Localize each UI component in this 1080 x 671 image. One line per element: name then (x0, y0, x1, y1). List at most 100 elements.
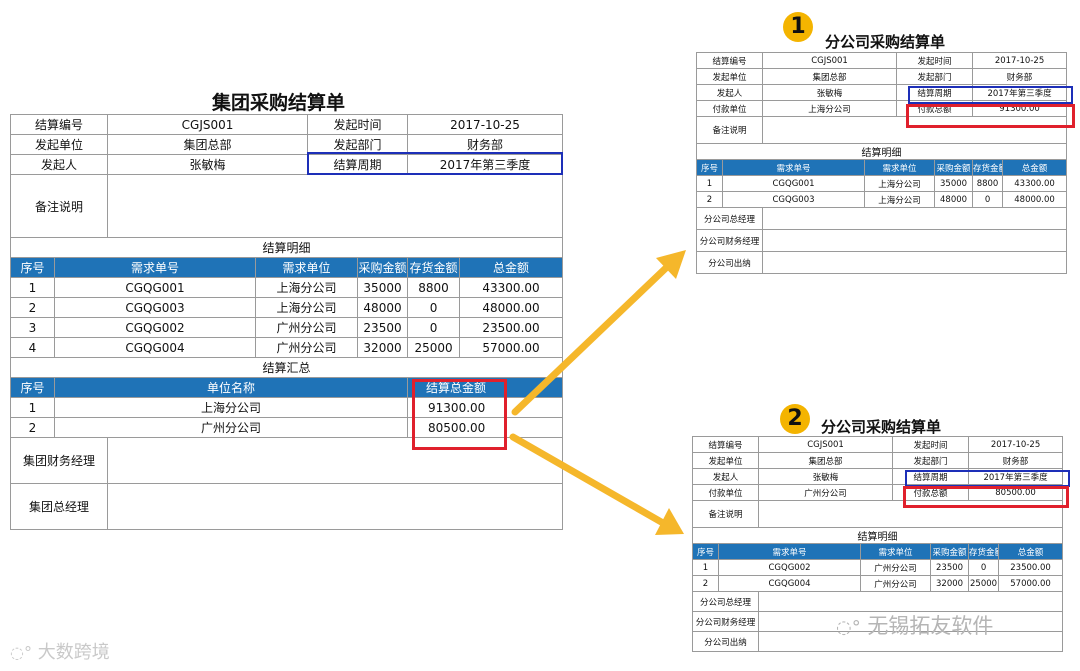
start-unit-value: 集团总部 (758, 452, 894, 469)
table-row: 1 CGQG002 广州分公司 23500 0 23500.00 (692, 559, 1064, 576)
code-label: 结算编号 (691, 436, 760, 453)
table-cell: 1 (696, 175, 723, 192)
table-cell: 0 (968, 559, 1000, 576)
branch2-title: 分公司采购结算单 (821, 418, 942, 436)
table-cell: 0 (407, 317, 461, 338)
table-cell: 广州分公司 (255, 337, 359, 358)
watermark-right-text: 无锡拓友软件 (867, 614, 994, 638)
detail-header-cell: 采购金额 (934, 159, 974, 176)
branch2-pay-total-highlight-box (903, 486, 1069, 508)
detail-header-cell: 采购金额 (930, 543, 970, 560)
detail-header-cell: 序号 (696, 159, 723, 176)
table-cell: CGQG004 (53, 337, 257, 358)
table-cell: 25000 (968, 575, 1000, 592)
pay-unit-value: 广州分公司 (758, 484, 894, 501)
remark-value (107, 174, 564, 238)
table-cell: 48000.00 (459, 297, 564, 318)
chat-bubble-icon: ◌° (10, 643, 32, 662)
sign-branch-cashier-value (762, 251, 1068, 274)
detail-header-cell: 总金额 (1002, 159, 1068, 176)
summary-section-title: 结算汇总 (9, 357, 564, 378)
table-row: 2 CGQG003 上海分公司 48000 0 48000.00 (10, 297, 564, 318)
sign-general-manager-label: 集团总经理 (9, 483, 109, 530)
table-cell: 35000 (357, 277, 409, 298)
detail-header-cell: 采购金额 (357, 257, 409, 278)
table-cell: 2 (692, 575, 719, 592)
initiator-label: 发起人 (695, 84, 764, 101)
table-cell: 1 (10, 277, 55, 298)
sign-branch-cashier-label: 分公司出纳 (691, 631, 760, 652)
table-cell: 25000 (407, 337, 461, 358)
table-row: 2 CGQG003 上海分公司 48000 0 48000.00 (696, 191, 1068, 208)
table-cell: 2 (696, 191, 723, 208)
table-cell: 上海分公司 (864, 175, 936, 192)
main-form-title: 集团采购结算单 (212, 92, 346, 114)
table-cell: 48000.00 (1002, 191, 1068, 208)
start-unit-value: 集团总部 (762, 68, 898, 85)
detail-header-row: 序号 需求单号 需求单位 采购金额 存货金额 总金额 (696, 159, 1068, 176)
remark-label: 备注说明 (695, 116, 764, 144)
table-cell: 23500.00 (998, 559, 1064, 576)
branch1-pay-total-highlight-box (906, 104, 1075, 128)
watermark-left-text: 大数跨境 (37, 642, 110, 663)
remark-label: 备注说明 (9, 174, 109, 238)
table-cell: 广州分公司 (860, 559, 932, 576)
table-row: 1 CGQG001 上海分公司 35000 8800 43300.00 (696, 175, 1068, 192)
start-time-label: 发起时间 (892, 436, 970, 453)
watermark-left: ◌° 大数跨境 (10, 638, 110, 664)
table-cell: 48000 (934, 191, 974, 208)
start-dept-label: 发起部门 (896, 68, 974, 85)
detail-header-cell: 总金额 (998, 543, 1064, 560)
detail-header-cell: 需求单位 (864, 159, 936, 176)
table-cell: 上海分公司 (53, 397, 409, 418)
detail-header-cell: 需求单号 (53, 257, 257, 278)
table-cell: CGQG002 (717, 559, 862, 576)
detail-header-row: 序号 需求单号 需求单位 采购金额 存货金额 总金额 (692, 543, 1064, 560)
sign-branch-manager-value (758, 591, 1064, 612)
table-row: 3 CGQG002 广州分公司 23500 0 23500.00 (10, 317, 564, 338)
sign-branch-cashier-label: 分公司出纳 (695, 251, 764, 274)
sign-branch-manager-label: 分公司总经理 (691, 591, 760, 612)
table-cell: 35000 (934, 175, 974, 192)
start-time-label: 发起时间 (896, 52, 974, 69)
table-cell: 3 (10, 317, 55, 338)
code-value: CGJS001 (762, 52, 898, 69)
table-cell: 23500 (357, 317, 409, 338)
chat-bubble-icon: ◌° (836, 617, 861, 638)
branch1-badge: 1 (783, 12, 813, 42)
period-highlight-box (307, 152, 563, 175)
start-unit-value: 集团总部 (107, 134, 309, 155)
table-cell: CGQG003 (53, 297, 257, 318)
sign-general-manager-value (107, 483, 564, 530)
table-cell: 0 (972, 191, 1004, 208)
start-time-value: 2017-10-25 (968, 436, 1064, 453)
sign-branch-manager-value (762, 207, 1068, 230)
table-row: 2 CGQG004 广州分公司 32000 25000 57000.00 (692, 575, 1064, 592)
table-cell: CGQG001 (53, 277, 257, 298)
summary-header-cell: 单位名称 (53, 377, 409, 398)
table-cell: 广州分公司 (53, 417, 409, 438)
branch2-period-highlight-box (905, 470, 1070, 487)
initiator-value: 张敏梅 (758, 468, 894, 485)
start-dept-label: 发起部门 (892, 452, 970, 469)
table-cell: 57000.00 (998, 575, 1064, 592)
main-settlement-form: 结算编号 CGJS001 发起时间 2017-10-25 发起单位 集团总部 发… (9, 114, 564, 530)
table-cell: 43300.00 (459, 277, 564, 298)
table-row: 4 CGQG004 广州分公司 32000 25000 57000.00 (10, 337, 564, 358)
table-cell: 4 (10, 337, 55, 358)
branch1-period-highlight-box (908, 86, 1073, 104)
detail-header-cell: 需求单位 (255, 257, 359, 278)
summary-header-cell: 序号 (10, 377, 55, 398)
detail-section-title: 结算明细 (691, 527, 1064, 544)
detail-header-cell: 需求单号 (717, 543, 862, 560)
detail-header-cell: 序号 (10, 257, 55, 278)
start-unit-label: 发起单位 (695, 68, 764, 85)
start-unit-label: 发起单位 (691, 452, 760, 469)
table-cell: 23500.00 (459, 317, 564, 338)
sign-branch-manager-label: 分公司总经理 (695, 207, 764, 230)
detail-header-cell: 存货金额 (407, 257, 461, 278)
table-cell: CGQG001 (721, 175, 866, 192)
start-time-value: 2017-10-25 (972, 52, 1068, 69)
code-value: CGJS001 (758, 436, 894, 453)
sign-branch-finance-label: 分公司财务经理 (695, 229, 764, 252)
